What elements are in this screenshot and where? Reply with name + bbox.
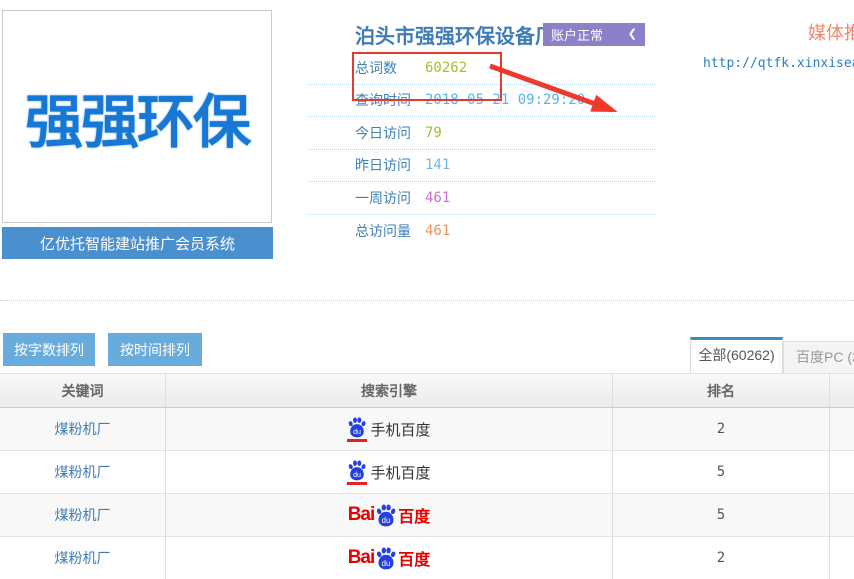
rank-cell: 2 [613, 537, 830, 579]
svg-text:du: du [354, 471, 362, 479]
status-badge-label: 账户正常 [551, 25, 603, 44]
tab-baidu-pc[interactable]: 百度PC (30 [783, 341, 854, 373]
section-divider [0, 300, 854, 301]
engine-cell: du 手机百度 du [166, 408, 613, 450]
table-row: 煤粉机厂 du Bai [0, 494, 854, 537]
baidu-logo-bai: Bai [348, 504, 375, 526]
stat-label: 总访问量 [355, 221, 425, 241]
stat-value: 461 [425, 223, 450, 239]
keyword-cell: 煤粉机厂 [0, 494, 166, 536]
baidu-pc-logo: Bai du 百度 [348, 546, 431, 570]
svg-text:du: du [354, 428, 362, 436]
stat-row: 昨日访问 141 [308, 150, 655, 183]
stat-row: 总访问量 461 [308, 215, 655, 248]
stat-value: 461 [425, 190, 450, 206]
account-title: 泊头市强强环保设备厂 [355, 20, 555, 49]
system-title-bar: 亿优托智能建站推广会员系统 [2, 227, 273, 259]
rank-cell: 5 [613, 494, 830, 536]
stat-label: 一周访问 [355, 188, 425, 208]
stat-label: 查询时间 [355, 90, 425, 110]
mobile-baidu-logo: du 手机百度 [347, 459, 430, 485]
badge-chevron-icon: ❮ [628, 29, 637, 40]
svg-text:du: du [382, 516, 391, 525]
extra-cell [830, 537, 854, 579]
keyword-cell: 煤粉机厂 [0, 451, 166, 493]
baidu-paw-icon: du [347, 459, 367, 485]
stat-value: 60262 [425, 60, 467, 76]
table-body: 煤粉机厂 du 手机百度 [0, 408, 854, 579]
header-extra [830, 374, 854, 407]
stat-label: 今日访问 [355, 123, 425, 143]
baidu-paw-icon: du [347, 416, 367, 442]
table-row: 煤粉机厂 du 手机百度 [0, 451, 854, 494]
stat-value: 141 [425, 157, 450, 173]
app-root: 强强环保 亿优托智能建站推广会员系统 泊头市强强环保设备厂 账户正常 ❮ 总词数… [0, 0, 854, 579]
baidu-paw-icon: du [375, 503, 397, 527]
table-row: 煤粉机厂 du Bai [0, 537, 854, 579]
sort-by-time-button[interactable]: 按时间排列 [108, 333, 202, 366]
stat-row: 今日访问 79 [308, 117, 655, 150]
site-url-link[interactable]: http://qtfk.xinxisea. [703, 56, 854, 71]
account-status-badge: 账户正常 ❮ [543, 23, 645, 46]
baidu-pc-logo: Bai du 百度 [348, 503, 431, 527]
baidu-logo-cn: 百度 [398, 546, 430, 570]
stat-label: 总词数 [355, 58, 425, 78]
tab-all[interactable]: 全部(60262) [690, 337, 783, 373]
company-logo-text: 强强环保 [25, 75, 249, 159]
system-title: 亿优托智能建站推广会员系统 [40, 233, 235, 254]
keyword-rank-table: 关键词 搜索引擎 排名 煤粉机厂 du 手机百度 [0, 373, 854, 579]
baidu-logo-bai: Bai [348, 547, 375, 569]
mobile-engine-label: 手机百度 [370, 462, 430, 483]
stat-row: 总词数 60262 [308, 52, 655, 85]
extra-cell [830, 408, 854, 450]
extra-cell [830, 451, 854, 493]
table-header-row: 关键词 搜索引擎 排名 [0, 373, 854, 408]
baidu-paw-icon: du [375, 546, 397, 570]
header-keyword: 关键词 [0, 374, 166, 407]
sort-by-words-button[interactable]: 按字数排列 [3, 333, 95, 366]
stats-list: 总词数 60262 查询时间 2018-05-21 09:29:20 今日访问 … [308, 52, 655, 247]
mobile-engine-label: 手机百度 [370, 419, 430, 440]
media-section-heading: 媒体推广 [808, 19, 854, 45]
baidu-logo-cn: 百度 [398, 503, 430, 527]
mobile-baidu-logo: du 手机百度 [347, 416, 430, 442]
stat-value: 2018-05-21 09:29:20 [425, 92, 585, 108]
rank-cell: 5 [613, 451, 830, 493]
engine-cell: du 手机百度 du [166, 451, 613, 493]
stat-label: 昨日访问 [355, 155, 425, 175]
engine-cell: du Bai du 百度 [166, 537, 613, 579]
stat-row: 查询时间 2018-05-21 09:29:20 [308, 85, 655, 118]
keyword-cell: 煤粉机厂 [0, 537, 166, 579]
engine-cell: du Bai du 百度 [166, 494, 613, 536]
header-engine: 搜索引擎 [166, 374, 613, 407]
keyword-cell: 煤粉机厂 [0, 408, 166, 450]
extra-cell [830, 494, 854, 536]
stat-value: 79 [425, 125, 442, 141]
rank-cell: 2 [613, 408, 830, 450]
table-row: 煤粉机厂 du 手机百度 [0, 408, 854, 451]
stat-row: 一周访问 461 [308, 182, 655, 215]
company-logo: 强强环保 [2, 10, 272, 223]
svg-text:du: du [382, 559, 391, 568]
header-rank: 排名 [613, 374, 830, 407]
